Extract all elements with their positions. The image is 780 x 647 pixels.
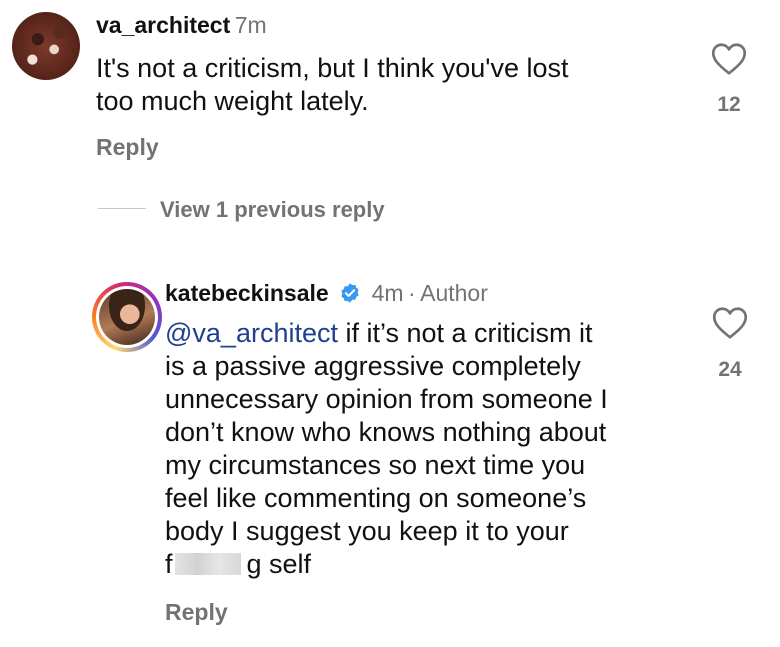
comment-header: katebeckinsale 4m · Author: [165, 280, 488, 307]
reply-button[interactable]: Reply: [165, 599, 228, 626]
comment-text-segment: f: [165, 549, 173, 579]
comment-text-line: too much weight lately.: [96, 86, 369, 116]
like-count: 24: [718, 358, 742, 381]
reply-button[interactable]: Reply: [96, 134, 159, 161]
author-label: Author: [420, 280, 488, 306]
like-count: 12: [717, 93, 741, 116]
avatar-va-architect[interactable]: [12, 12, 80, 80]
comment-username[interactable]: katebeckinsale: [165, 280, 329, 306]
comment-username[interactable]: va_architect: [96, 12, 230, 38]
comment-text-line: It's not a criticism, but I think you've…: [96, 53, 569, 83]
comment-text: @va_architect if it’s not a criticism it…: [165, 317, 685, 581]
comment-time: 7m: [234, 12, 267, 38]
comment-text-line: my circumstances so next time you: [165, 450, 586, 480]
view-previous-replies[interactable]: View 1 previous reply: [160, 197, 385, 223]
comment-text-line: body I suggest you keep it to your: [165, 516, 569, 546]
heart-icon[interactable]: [712, 306, 748, 340]
separator-dot: ·: [407, 280, 416, 306]
comment-text: It's not a criticism, but I think you've…: [96, 52, 696, 118]
comment-text-line: unnecessary opinion from someone I: [165, 384, 608, 414]
comment-text-line: f g self: [165, 548, 685, 581]
comment-text-line: feel like commenting on someone’s: [165, 483, 587, 513]
verified-badge-icon: [341, 283, 359, 303]
heart-icon[interactable]: [711, 42, 747, 76]
avatar-image: [99, 289, 155, 345]
mention-link[interactable]: @va_architect: [165, 318, 338, 348]
divider-line: [98, 208, 146, 209]
comment-text-line: is a passive aggressive completely: [165, 351, 581, 381]
comment-text-segment: if it’s not a criticism it: [337, 318, 593, 348]
avatar-katebeckinsale[interactable]: [92, 282, 162, 352]
censored-blur: [174, 553, 241, 575]
comment-time: 4m: [371, 280, 404, 306]
comment-header: va_architect 7m: [96, 12, 267, 39]
comment-text-line: don’t know who knows nothing about: [165, 417, 607, 447]
comment-text-segment: g self: [246, 549, 312, 579]
comment-text-line: @va_architect if it’s not a criticism it: [165, 317, 685, 350]
avatar-story-ring-inner: [96, 286, 158, 348]
